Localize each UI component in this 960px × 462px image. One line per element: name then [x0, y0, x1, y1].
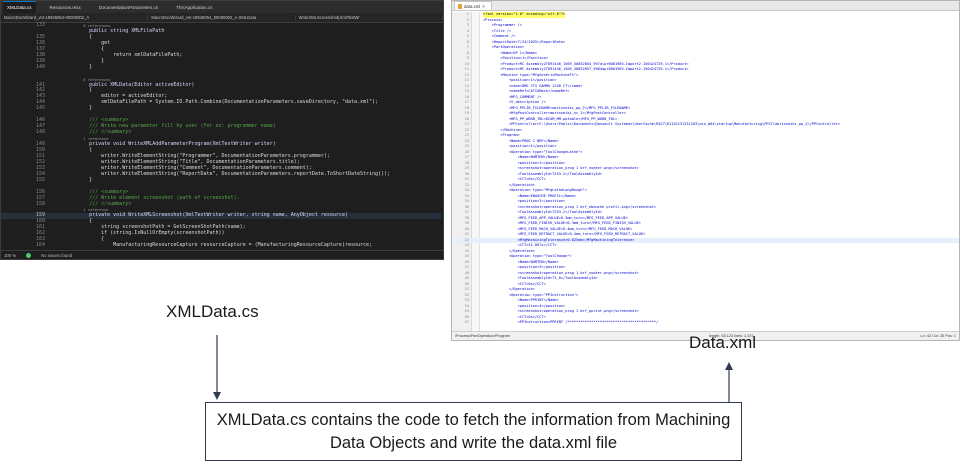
editor-navigation-bar: MacroDocWizard_vnt-18946054-00000002_A Ma… [1, 13, 443, 23]
description-text: XMLData.cs contains the code to fetch th… [216, 410, 731, 452]
code-text: ManufacturingResourceCapture resourceCap… [65, 242, 373, 249]
xml-viewer-screenshot: data.xml × 1 <?xml version="1.0" encoding… [451, 0, 960, 341]
zoom-level: 100 % [4, 252, 17, 258]
data-xml-label: Data.xml [689, 333, 757, 352]
xml-tab-bar: data.xml × [452, 1, 959, 11]
xml-path: /Process/PartOperation/Program [455, 334, 511, 338]
xmldata-cs-label: XMLData.cs [166, 302, 259, 321]
xml-file-icon [458, 3, 462, 9]
navbar-dropdown: MacroDocWizard_vnt-18946054-00000002_A [1, 15, 149, 20]
editor-tab-bar: XMLData.cs Resources.resx DocumentationPar… [1, 1, 443, 13]
editor-tab: XMLData.cs [3, 1, 36, 13]
xml-code-area: 1 <?xml version="1.0" encoding="utf-8"?> 2… [452, 12, 959, 332]
check-icon [26, 252, 32, 258]
xml-line-number: 57 [464, 320, 469, 324]
issues-status: No issues found [41, 252, 73, 258]
code-editor-area: 133 0 references public string XMLFilePa… [1, 22, 443, 252]
xml-cursor-position: Ln: 42 Col: 25 Pos: 1 [920, 334, 956, 338]
description-box: XMLData.cs contains the code to fetch th… [205, 402, 742, 461]
line-number: 164 [35, 242, 45, 249]
editor-tab: DocumentationParameters.cs [98, 4, 159, 10]
xml-line: 57 <PPInstruction>PPRINT /**************… [452, 320, 959, 326]
xml-file-tab: data.xml × [454, 1, 492, 10]
editor-tab: Resources.resx [49, 4, 81, 10]
editor-status-bar: 100 % No issues found [1, 250, 443, 259]
navbar-dropdown: MacroDocWizard_vnt-18946054_00000002_A.X… [148, 15, 296, 20]
xml-file-tab-label: data.xml [464, 3, 481, 9]
code-line: 164 ManufacturingResourceCapture resourc… [1, 242, 441, 249]
navbar-dropdown: WriteXMLScreenshot(XmlTextWr [296, 15, 443, 20]
code-editor-screenshot: XMLData.cs Resources.resx DocumentationPar… [0, 0, 444, 260]
xml-text: <PPInstruction>PPRINT /*****************… [483, 320, 659, 324]
close-icon: × [482, 3, 485, 9]
editor-tab: ThisApplication.cs [176, 4, 213, 10]
